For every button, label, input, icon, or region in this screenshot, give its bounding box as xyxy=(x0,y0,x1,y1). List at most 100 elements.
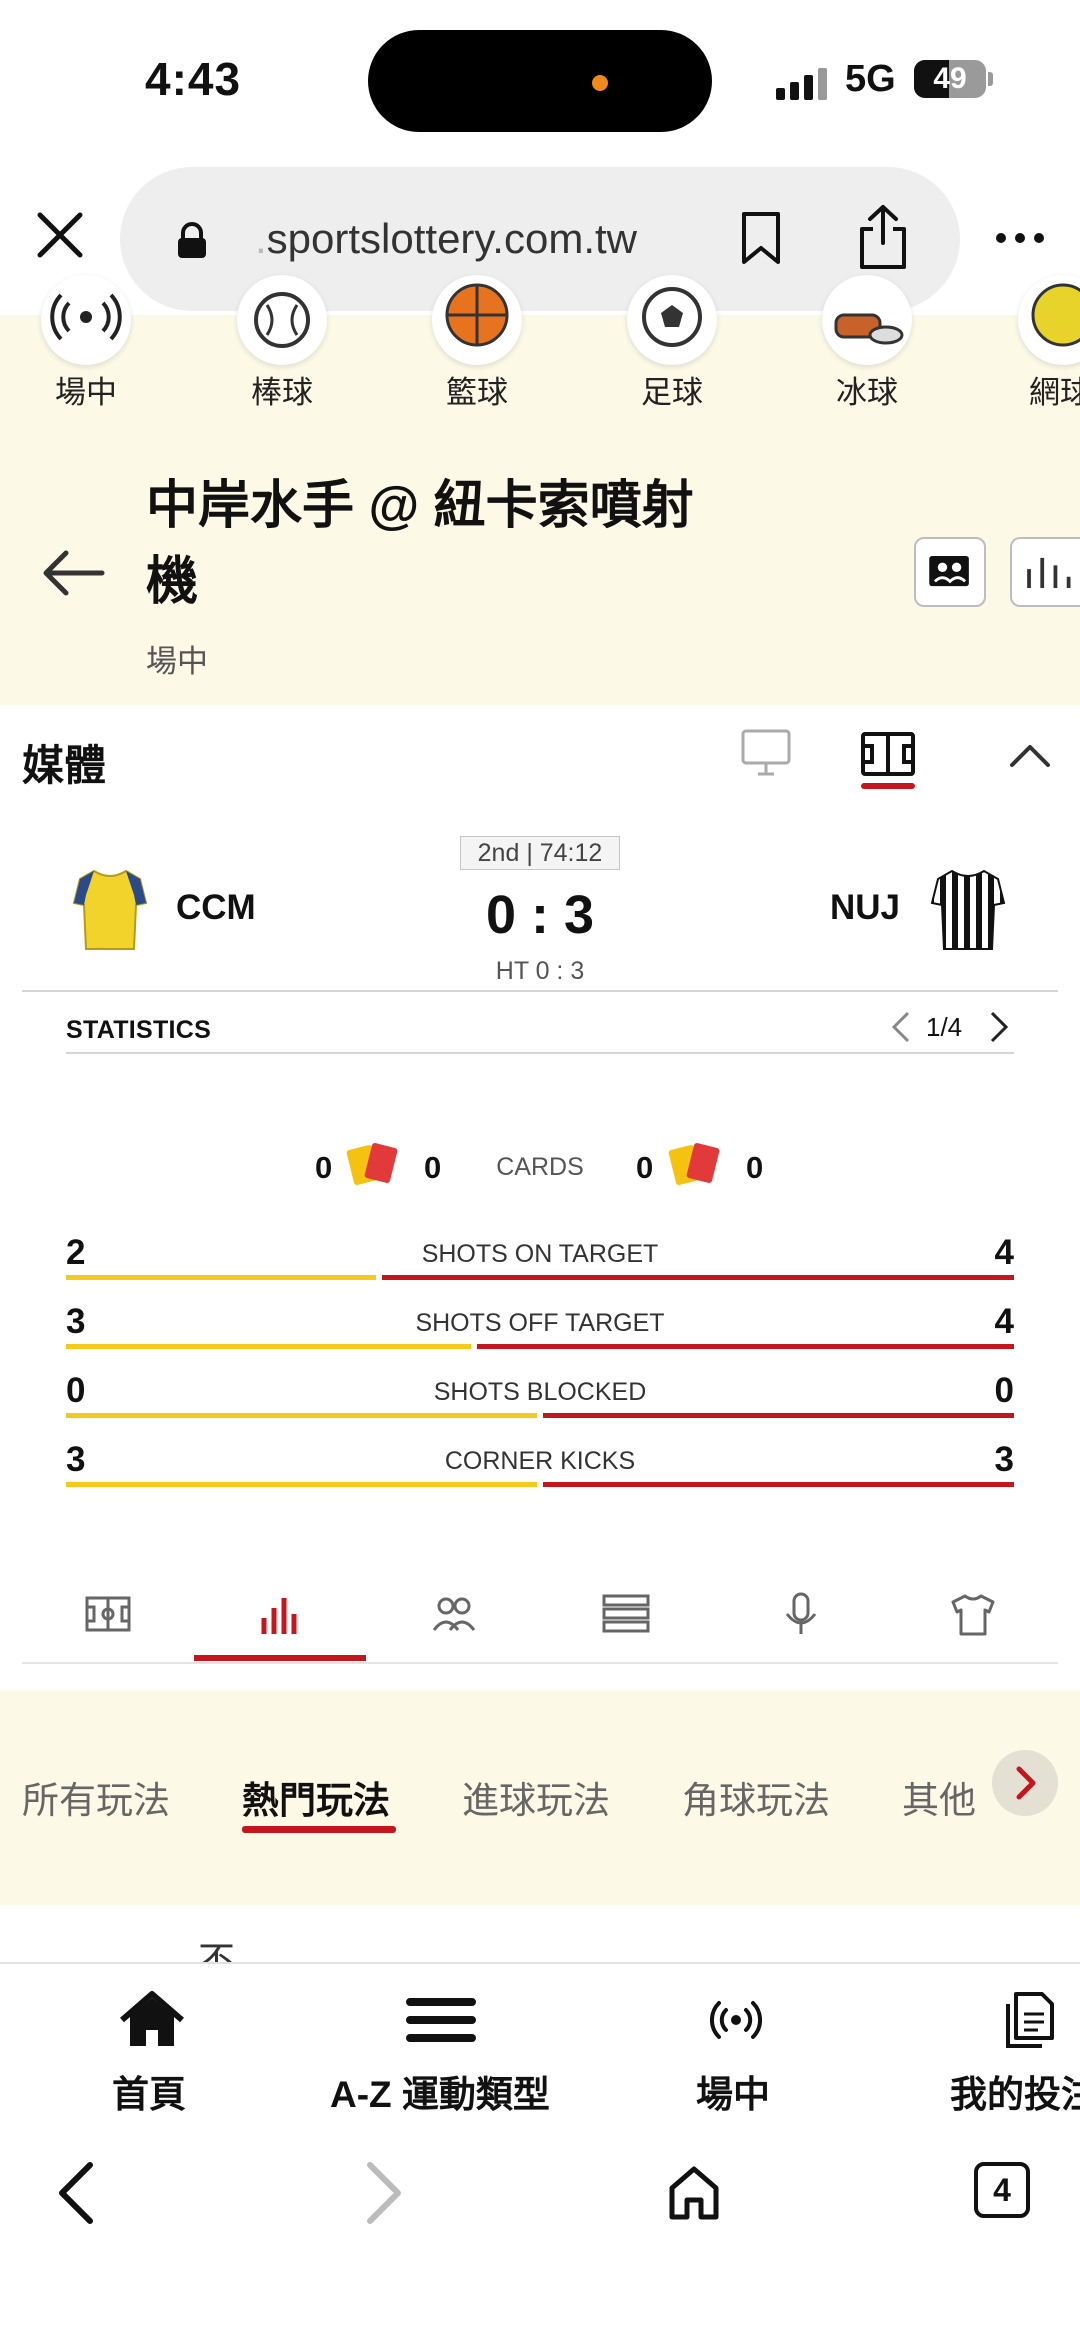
sport-label: 足球 xyxy=(641,375,703,410)
microphone-tab-icon[interactable] xyxy=(777,1592,825,1636)
nav-label-live[interactable]: 場中 xyxy=(696,2064,770,2118)
more-options-icon[interactable] xyxy=(995,232,1045,244)
menu-icon[interactable] xyxy=(406,1990,476,2050)
battery-tip xyxy=(988,72,993,86)
sport-label: 棒球 xyxy=(251,375,313,410)
bookmark-icon[interactable] xyxy=(738,210,784,266)
partial-market-text: 不 xyxy=(198,1940,235,1962)
home-stat-bar xyxy=(66,1344,471,1349)
chevron-left-icon[interactable] xyxy=(890,1010,912,1044)
home-team-name: CCM xyxy=(176,888,256,927)
bet-tab-corners[interactable]: 角球玩法 xyxy=(682,1770,830,1824)
match-title: 中岸水手 @ 紐卡索噴射機 xyxy=(146,477,694,611)
away-yellow-cards: 0 xyxy=(636,1150,654,1185)
home-stat-bar xyxy=(66,1275,376,1280)
monitor-icon[interactable] xyxy=(740,728,792,778)
sport-label: 場中 xyxy=(55,375,117,410)
chevron-up-icon[interactable] xyxy=(1008,741,1052,769)
pitch-icon[interactable] xyxy=(860,730,916,778)
active-bet-tab-indicator xyxy=(242,1826,396,1833)
forward-icon[interactable] xyxy=(364,2160,404,2226)
bet-tab-popular[interactable]: 熱門玩法 xyxy=(242,1770,390,1824)
sport-item-baseball[interactable]: 棒球 xyxy=(212,275,352,415)
bet-tab-all[interactable]: 所有玩法 xyxy=(22,1770,170,1824)
bet-tab-other[interactable]: 其他 xyxy=(902,1770,994,1824)
chevron-right-icon xyxy=(1016,1766,1036,1800)
stat-row-shots-blocked: 0 SHOTS BLOCKED 0 xyxy=(66,1371,1014,1431)
url-text[interactable]: .sportslottery.com.tw xyxy=(255,215,637,263)
live-broadcast-icon[interactable] xyxy=(710,1990,762,2050)
match-score: 0 : 3 xyxy=(485,885,595,945)
dynamic-island xyxy=(368,30,712,132)
lock-icon xyxy=(178,222,206,258)
sport-label: 網球 xyxy=(1029,375,1080,410)
sport-item-ice-hockey[interactable]: 冰球 xyxy=(797,275,937,415)
pitch-tab-icon[interactable] xyxy=(84,1592,132,1636)
away-stat-value: 4 xyxy=(994,1233,1014,1272)
signal-strength-icon xyxy=(776,66,830,100)
home-icon[interactable] xyxy=(118,1990,186,2050)
divider xyxy=(66,1052,1014,1054)
divider xyxy=(22,1662,1058,1664)
active-tab-indicator xyxy=(194,1655,366,1661)
sport-item-basketball[interactable]: 籃球 xyxy=(407,275,547,415)
nav-label-sports-az[interactable]: A-Z 運動類型 xyxy=(330,2064,550,2118)
status-time: 4:43 xyxy=(145,53,242,105)
pitch-view-indicator xyxy=(861,783,915,789)
stat-row-corner-kicks: 3 CORNER KICKS 3 xyxy=(66,1440,1014,1500)
media-title: 媒體 xyxy=(22,742,107,789)
stat-label: SHOTS ON TARGET xyxy=(421,1240,659,1268)
url-domain: sportslottery.com.tw xyxy=(266,215,637,262)
away-stat-bar xyxy=(476,1344,1014,1349)
halftime-score: HT 0 : 3 xyxy=(495,957,585,985)
bar-chart-icon xyxy=(1027,557,1071,589)
match-status: 場中 xyxy=(146,644,208,679)
url-prefix: . xyxy=(255,215,267,262)
documents-icon[interactable] xyxy=(998,1990,1056,2050)
tab-switcher-button[interactable]: 4 xyxy=(974,2162,1030,2218)
ice-hockey-icon xyxy=(822,275,912,365)
back-icon[interactable] xyxy=(56,2160,96,2226)
lineup-button[interactable] xyxy=(914,537,986,607)
home-jersey-icon xyxy=(72,869,148,950)
home-stat-value: 0 xyxy=(66,1371,86,1410)
jersey-tab-icon[interactable] xyxy=(949,1592,997,1636)
live-broadcast-icon xyxy=(41,275,131,365)
stat-row-shots-on-target: 2 SHOTS ON TARGET 4 xyxy=(66,1233,1014,1293)
statistics-tab-icon[interactable] xyxy=(256,1592,304,1636)
baseball-icon xyxy=(237,275,327,365)
divider xyxy=(22,990,1058,992)
back-arrow-icon[interactable] xyxy=(40,548,106,598)
bet-tab-goals[interactable]: 進球玩法 xyxy=(462,1770,610,1824)
away-stat-bar xyxy=(381,1275,1014,1280)
privacy-indicator-dot xyxy=(592,75,608,91)
cards-icon xyxy=(344,1142,404,1187)
home-stat-value: 2 xyxy=(66,1233,86,1272)
lineup-tab-icon[interactable] xyxy=(430,1592,478,1636)
stats-button[interactable] xyxy=(1010,537,1080,607)
stat-label: CORNER KICKS xyxy=(444,1447,636,1475)
close-icon[interactable] xyxy=(30,205,90,265)
sport-item-tennis[interactable]: 網球 xyxy=(993,275,1080,415)
soccer-ball-icon xyxy=(627,275,717,365)
home-stat-bar xyxy=(66,1413,537,1418)
sport-item-soccer[interactable]: 足球 xyxy=(602,275,742,415)
team-lineup-icon xyxy=(929,555,969,587)
away-stat-bar xyxy=(543,1482,1014,1487)
sport-item-live[interactable]: 場中 xyxy=(16,275,156,415)
stats-page: 1/4 xyxy=(926,1012,963,1042)
nav-label-my-bets[interactable]: 我的投注 xyxy=(950,2064,1080,2118)
nav-label-home[interactable]: 首頁 xyxy=(112,2064,186,2118)
list-tab-icon[interactable] xyxy=(602,1592,650,1636)
away-stat-value: 4 xyxy=(994,1302,1014,1341)
away-red-cards: 0 xyxy=(746,1150,764,1185)
home-red-cards: 0 xyxy=(424,1150,442,1185)
network-type: 5G xyxy=(845,58,896,100)
scroll-right-button[interactable] xyxy=(992,1750,1058,1816)
chevron-right-icon[interactable] xyxy=(988,1010,1010,1044)
browser-home-icon[interactable] xyxy=(666,2164,722,2222)
share-icon[interactable] xyxy=(856,203,910,271)
media-row xyxy=(0,705,1080,815)
away-stat-value: 3 xyxy=(994,1440,1014,1479)
away-stat-value: 0 xyxy=(994,1371,1014,1410)
